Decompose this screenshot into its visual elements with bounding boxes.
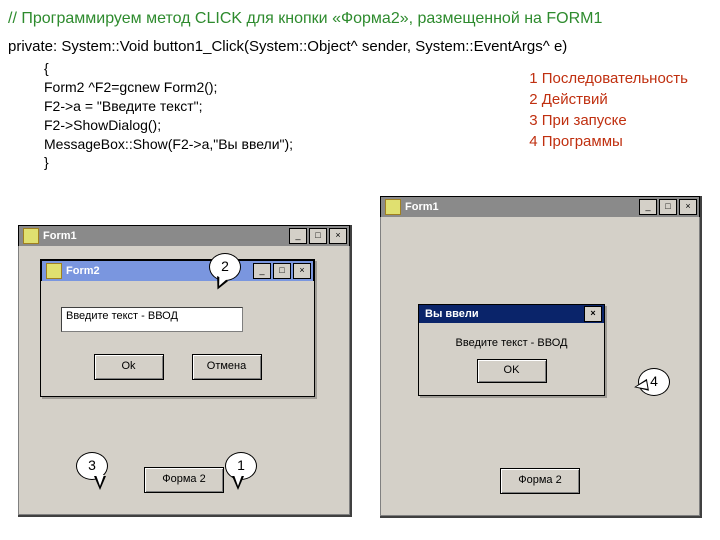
- screenshot-left: Form1 _ □ × Form2 _ □ × Введите текст - …: [18, 225, 352, 517]
- cancel-button[interactable]: Отмена: [192, 354, 262, 380]
- close-button[interactable]: ×: [584, 306, 602, 322]
- form-icon: [46, 263, 62, 279]
- messagebox-titlebar: Вы ввели ×: [419, 305, 604, 323]
- form1-titlebar: Form1 _ □ ×: [18, 225, 350, 246]
- callout-2: 2: [209, 253, 241, 281]
- messagebox-title: Вы ввели: [425, 308, 479, 320]
- ok-button[interactable]: Ok: [94, 354, 164, 380]
- legend-item: 2 Действий: [529, 91, 688, 108]
- text-input[interactable]: Введите текст - ВВОД: [61, 307, 243, 332]
- legend-item: 1 Последовательность: [529, 70, 688, 87]
- close-button[interactable]: ×: [329, 228, 347, 244]
- callout-tail: [232, 476, 244, 490]
- form1-title: Form1: [43, 230, 289, 242]
- form1-titlebar: Form1 _ □ ×: [380, 196, 700, 217]
- minimize-button[interactable]: _: [253, 263, 271, 279]
- legend-item: 4 Программы: [529, 133, 688, 150]
- slide-title: // Программируем метод CLICK для кнопки …: [0, 0, 720, 34]
- legend: 1 Последовательность 2 Действий 3 При за…: [529, 70, 688, 154]
- callout-tail: [633, 379, 649, 393]
- close-button[interactable]: ×: [293, 263, 311, 279]
- maximize-button[interactable]: □: [309, 228, 327, 244]
- screenshot-right: Form1 _ □ × Вы ввели × Введите текст - В…: [380, 196, 702, 518]
- form2-dialog: Form2 _ □ × Введите текст - ВВОД Ok Отме…: [40, 259, 315, 397]
- form1-title: Form1: [405, 201, 639, 213]
- ok-button[interactable]: OK: [477, 359, 547, 383]
- callout-tail: [94, 476, 106, 490]
- form2-titlebar: Form2 _ □ ×: [41, 260, 314, 281]
- close-button[interactable]: ×: [679, 199, 697, 215]
- forma2-button[interactable]: Форма 2: [500, 468, 580, 494]
- form-icon: [385, 199, 401, 215]
- code-signature: private: System::Void button1_Click(Syst…: [8, 38, 712, 59]
- forma2-button[interactable]: Форма 2: [144, 467, 224, 493]
- maximize-button[interactable]: □: [659, 199, 677, 215]
- messagebox: Вы ввели × Введите текст - ВВОД OK: [418, 304, 605, 396]
- minimize-button[interactable]: _: [639, 199, 657, 215]
- code-line: }: [44, 153, 712, 172]
- minimize-button[interactable]: _: [289, 228, 307, 244]
- legend-item: 3 При запуске: [529, 112, 688, 129]
- form-icon: [23, 228, 39, 244]
- messagebox-text: Введите текст - ВВОД: [429, 337, 594, 349]
- maximize-button[interactable]: □: [273, 263, 291, 279]
